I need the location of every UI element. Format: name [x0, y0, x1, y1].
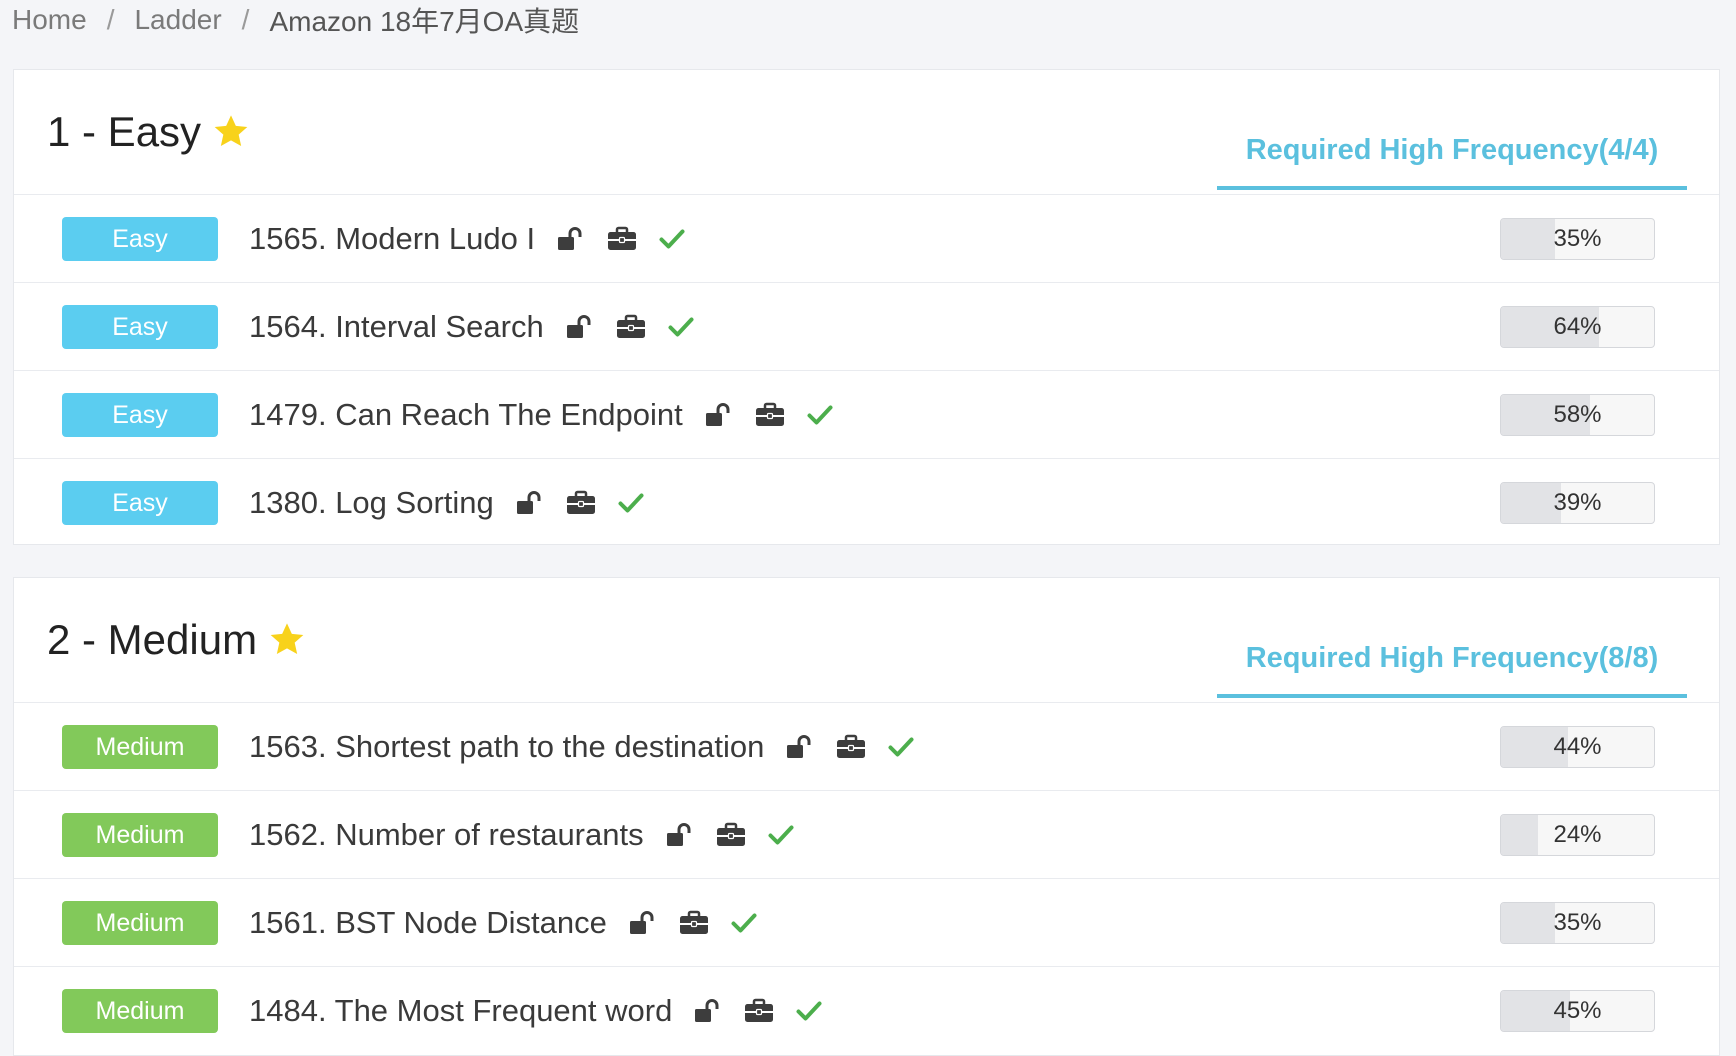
- briefcase-icon: [607, 226, 637, 252]
- acceptance-rate-bar: 58%: [1500, 394, 1655, 436]
- problem-info: 1484. The Most Frequent word: [249, 967, 822, 1055]
- acceptance-rate-bar: 24%: [1500, 814, 1655, 856]
- difficulty-badge: Medium: [62, 725, 218, 769]
- acceptance-rate-text: 44%: [1553, 733, 1602, 760]
- acceptance-rate-bar: 35%: [1500, 218, 1655, 260]
- briefcase-icon: [679, 910, 709, 936]
- acceptance-rate-text: 35%: [1553, 909, 1602, 936]
- acceptance-rate-bar: 64%: [1500, 306, 1655, 348]
- star-icon: [267, 620, 307, 660]
- acceptance-rate-text: 64%: [1553, 313, 1602, 340]
- difficulty-badge: Medium: [62, 989, 218, 1033]
- unlock-icon: [694, 998, 722, 1024]
- difficulty-badge: Easy: [62, 217, 218, 261]
- tab-required-high-frequency[interactable]: Required High Frequency(4/4): [1217, 118, 1687, 190]
- breadcrumb-separator: /: [106, 4, 115, 35]
- section-title-text: 1 - Easy: [47, 108, 202, 155]
- difficulty-badge: Medium: [62, 813, 218, 857]
- section-header: 2 - Medium Required High Frequency(8/8): [14, 578, 1719, 703]
- check-icon: [807, 404, 833, 426]
- acceptance-rate-text: 58%: [1553, 401, 1602, 428]
- briefcase-icon: [566, 490, 596, 516]
- problem-title-link[interactable]: 1562. Number of restaurants: [249, 817, 644, 853]
- problem-row[interactable]: Medium 1561. BST Node Distance 35%: [14, 879, 1719, 967]
- unlock-icon: [566, 314, 594, 340]
- problem-title-link[interactable]: 1479. Can Reach The Endpoint: [249, 397, 683, 433]
- breadcrumb-current: Amazon 18年7月OA真题: [269, 6, 580, 37]
- breadcrumb-home[interactable]: Home: [12, 4, 87, 36]
- problem-row[interactable]: Medium 1563. Shortest path to the destin…: [14, 703, 1719, 791]
- briefcase-icon: [744, 998, 774, 1024]
- problem-title-link[interactable]: 1564. Interval Search: [249, 309, 544, 345]
- difficulty-badge: Easy: [62, 305, 218, 349]
- acceptance-rate-text: 35%: [1553, 225, 1602, 252]
- briefcase-icon: [616, 314, 646, 340]
- problem-info: 1563. Shortest path to the destination: [249, 703, 914, 791]
- check-icon: [731, 912, 757, 934]
- check-icon: [768, 824, 794, 846]
- problem-row[interactable]: Easy 1564. Interval Search 64%: [14, 283, 1719, 371]
- problem-row[interactable]: Easy 1479. Can Reach The Endpoint 58%: [14, 371, 1719, 459]
- section-title: 2 - Medium: [47, 616, 307, 664]
- section-header: 1 - Easy Required High Frequency(4/4): [14, 70, 1719, 195]
- difficulty-badge: Easy: [62, 481, 218, 525]
- problem-info: 1561. BST Node Distance: [249, 879, 757, 967]
- problem-row[interactable]: Medium 1562. Number of restaurants 24%: [14, 791, 1719, 879]
- unlock-icon: [666, 822, 694, 848]
- problem-row[interactable]: Easy 1380. Log Sorting 39%: [14, 459, 1719, 547]
- difficulty-badge: Easy: [62, 393, 218, 437]
- briefcase-icon: [836, 734, 866, 760]
- problem-info: 1380. Log Sorting: [249, 459, 644, 547]
- acceptance-rate-bar: 35%: [1500, 902, 1655, 944]
- problem-title-link[interactable]: 1563. Shortest path to the destination: [249, 729, 764, 765]
- problem-info: 1565. Modern Ludo I: [249, 195, 685, 283]
- check-icon: [796, 1000, 822, 1022]
- difficulty-badge: Medium: [62, 901, 218, 945]
- problem-title-link[interactable]: 1565. Modern Ludo I: [249, 221, 535, 257]
- problem-title-link[interactable]: 1484. The Most Frequent word: [249, 993, 672, 1029]
- check-icon: [888, 736, 914, 758]
- problem-title-link[interactable]: 1380. Log Sorting: [249, 485, 494, 521]
- section-card-medium: 2 - Medium Required High Frequency(8/8) …: [13, 577, 1720, 1056]
- problem-info: 1479. Can Reach The Endpoint: [249, 371, 833, 459]
- acceptance-rate-bar: 39%: [1500, 482, 1655, 524]
- acceptance-rate-text: 39%: [1553, 489, 1602, 516]
- problem-row[interactable]: Easy 1565. Modern Ludo I 35%: [14, 195, 1719, 283]
- check-icon: [618, 492, 644, 514]
- unlock-icon: [629, 910, 657, 936]
- acceptance-rate-text: 24%: [1553, 821, 1602, 848]
- breadcrumb-separator: /: [241, 4, 250, 35]
- tab-required-high-frequency[interactable]: Required High Frequency(8/8): [1217, 626, 1687, 698]
- briefcase-icon: [716, 822, 746, 848]
- unlock-icon: [786, 734, 814, 760]
- check-icon: [659, 228, 685, 250]
- section-title-text: 2 - Medium: [47, 616, 258, 663]
- check-icon: [668, 316, 694, 338]
- unlock-icon: [705, 402, 733, 428]
- acceptance-rate-bar: 44%: [1500, 726, 1655, 768]
- unlock-icon: [516, 490, 544, 516]
- problem-row[interactable]: Medium 1484. The Most Frequent word 45%: [14, 967, 1719, 1055]
- acceptance-rate-bar: 45%: [1500, 990, 1655, 1032]
- section-title: 1 - Easy: [47, 108, 251, 156]
- problem-title-link[interactable]: 1561. BST Node Distance: [249, 905, 607, 941]
- star-icon: [211, 112, 251, 152]
- section-card-easy: 1 - Easy Required High Frequency(4/4) Ea…: [13, 69, 1720, 545]
- breadcrumb-ladder[interactable]: Ladder: [134, 4, 221, 36]
- breadcrumb: Home / Ladder / Amazon 18年7月OA真题: [12, 0, 579, 40]
- problem-info: 1562. Number of restaurants: [249, 791, 794, 879]
- unlock-icon: [557, 226, 585, 252]
- briefcase-icon: [755, 402, 785, 428]
- acceptance-rate-text: 45%: [1553, 997, 1602, 1024]
- problem-info: 1564. Interval Search: [249, 283, 694, 371]
